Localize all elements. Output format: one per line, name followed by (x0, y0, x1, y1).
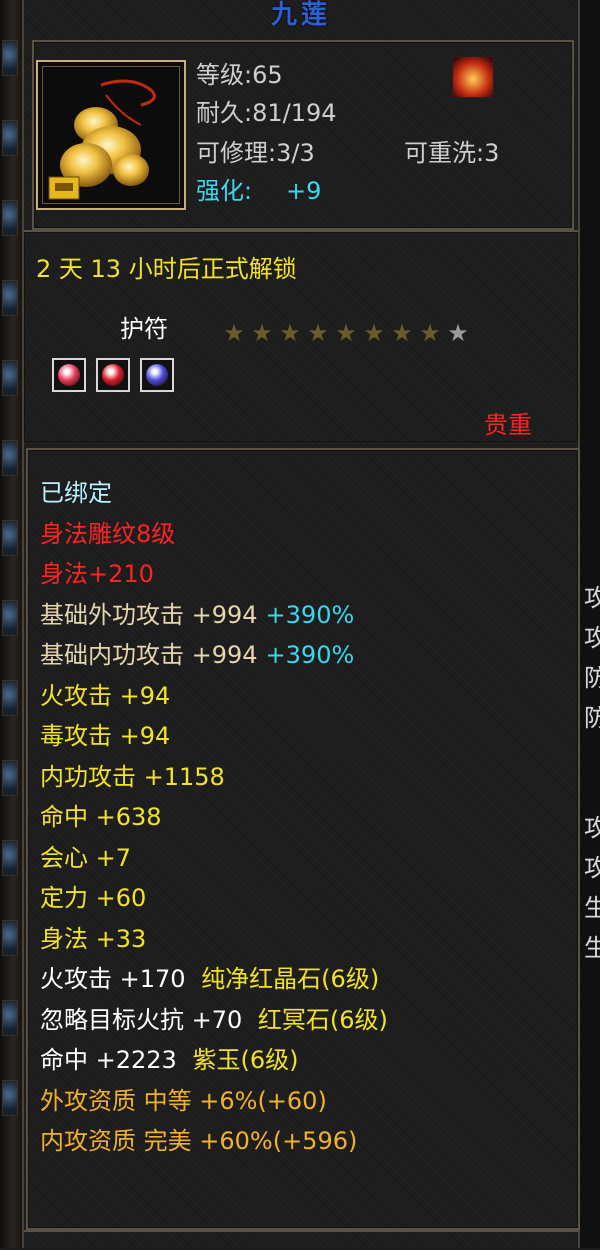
item-title: 九莲 (270, 0, 331, 30)
attribute-text: 会心 +7 (40, 843, 132, 872)
attribute-text: 内攻资质 完美 +60%(+596) (40, 1127, 358, 1155)
attribute-text: 火攻击 +94 (40, 681, 171, 710)
attribute-text: 身法雕纹8级 (40, 519, 176, 548)
attribute-line: 定力 +60 (40, 883, 146, 913)
skill-slot[interactable] (2, 760, 18, 796)
attribute-line: 基础内功攻击 +994 +390% (40, 640, 354, 670)
attribute-text: 外攻资质 中等 +6%(+60) (40, 1086, 327, 1115)
attribute-line: 命中 +638 (40, 802, 162, 832)
right-panel-edge: 攻 攻 防 防 攻 攻 生 生 (580, 0, 600, 1248)
star-filled-icon: ★ (391, 319, 413, 347)
skill-slot[interactable] (2, 520, 18, 556)
attribute-text: 毒攻击 +94 (40, 722, 171, 750)
star-rating: ★ ★ ★ ★ ★ ★ ★ ★ ★ (220, 318, 472, 348)
enhance-label: 强化: (196, 177, 253, 205)
amulet-icon (48, 79, 156, 200)
star-filled-icon: ★ (419, 319, 441, 347)
skill-slot[interactable] (2, 1080, 18, 1116)
side-glyph: 生 (584, 894, 600, 922)
attribute-line: 火攻击 +94 (40, 681, 170, 711)
attribute-extra: +390% (265, 641, 355, 669)
rarity-label: 贵重 (484, 411, 532, 439)
attribute-text: 身法+210 (40, 560, 154, 588)
attribute-line: 外攻资质 中等 +6%(+60) (40, 1086, 327, 1116)
amulet-label: 护符 (120, 315, 168, 343)
skill-slot[interactable] (2, 600, 18, 636)
item-durability: 耐久:81/194 (196, 99, 337, 127)
attribute-line: 内功攻击 +1158 (40, 762, 225, 792)
star-filled-icon: ★ (279, 319, 301, 347)
left-skill-bar (0, 0, 22, 1248)
skill-slot[interactable] (2, 1000, 18, 1036)
enhance-value: +9 (286, 177, 322, 205)
star-filled-icon: ★ (307, 319, 329, 347)
star-filled-icon: ★ (363, 319, 385, 347)
skill-slot[interactable] (2, 280, 18, 316)
socket-2[interactable] (96, 358, 130, 392)
skill-slot[interactable] (2, 120, 18, 156)
skill-slot[interactable] (2, 920, 18, 956)
attribute-extra: +390% (265, 600, 355, 629)
attribute-line: 身法 +33 (40, 924, 146, 954)
item-rewash: 可重洗:3 (404, 139, 500, 167)
attribute-text: 命中 +2223 (40, 1046, 185, 1074)
attribute-line: 内攻资质 完美 +60%(+596) (40, 1126, 357, 1156)
tooltip-footer (24, 1230, 578, 1250)
star-filled-icon: ★ (251, 319, 273, 347)
attribute-text: 基础内功攻击 +994 (40, 641, 258, 669)
skill-slot[interactable] (2, 360, 18, 396)
attribute-text: 内功攻击 +1158 (40, 762, 225, 791)
refine-badge-icon (452, 56, 494, 98)
item-repairable: 可修理:3/3 (196, 139, 315, 167)
star-empty-icon: ★ (447, 319, 469, 347)
attribute-line: 身法雕纹8级 (40, 519, 175, 549)
skill-slot[interactable] (2, 680, 18, 716)
side-glyph: 攻 (584, 584, 600, 612)
item-icon (36, 60, 186, 210)
unlock-timer: 2 天 13 小时后正式解锁 (36, 255, 297, 283)
attribute-line: 已绑定 (40, 478, 112, 508)
purple-jade-icon (146, 364, 168, 386)
side-glyph: 生 (584, 934, 600, 962)
attribute-text: 已绑定 (40, 479, 112, 507)
attribute-extra: 红冥石(6级) (257, 1005, 388, 1034)
skill-slot[interactable] (2, 200, 18, 236)
attribute-text: 命中 +638 (40, 803, 162, 831)
red-crystal-icon (102, 364, 124, 386)
star-filled-icon: ★ (223, 319, 245, 347)
attribute-line: 毒攻击 +94 (40, 721, 170, 751)
attribute-extra: 紫玉(6级) (192, 1046, 299, 1074)
attribute-line: 身法+210 (40, 559, 154, 589)
attribute-text: 基础外功攻击 +994 (40, 600, 258, 629)
attribute-line: 命中 +2223 紫玉(6级) (40, 1045, 298, 1075)
item-tooltip: 九莲 等级:65 耐久:81/194 可修理:3/3 可重洗:3 强化: +9 … (22, 0, 580, 1248)
skill-slot[interactable] (2, 840, 18, 876)
item-level: 等级:65 (196, 61, 283, 89)
socket-1[interactable] (52, 358, 86, 392)
side-glyph: 防 (584, 704, 600, 732)
red-gem-icon (58, 364, 80, 386)
attribute-text: 忽略目标火抗 +70 (40, 1005, 250, 1034)
attribute-extra: 纯净红晶石(6级) (201, 965, 380, 993)
star-filled-icon: ★ (335, 319, 357, 347)
socket-3[interactable] (140, 358, 174, 392)
skill-slot[interactable] (2, 40, 18, 76)
side-glyph: 攻 (584, 814, 600, 842)
attribute-text: 火攻击 +170 (40, 965, 194, 993)
attribute-line: 基础外功攻击 +994 +390% (40, 600, 354, 630)
attribute-line: 火攻击 +170 纯净红晶石(6级) (40, 964, 379, 994)
side-glyph: 防 (584, 664, 600, 692)
skill-slot[interactable] (2, 440, 18, 476)
attribute-line: 忽略目标火抗 +70 红冥石(6级) (40, 1005, 388, 1035)
attribute-text: 身法 +33 (40, 924, 147, 953)
attribute-text: 定力 +60 (40, 884, 147, 912)
attribute-line: 会心 +7 (40, 843, 131, 873)
side-glyph: 攻 (584, 854, 600, 882)
side-glyph: 攻 (584, 624, 600, 652)
